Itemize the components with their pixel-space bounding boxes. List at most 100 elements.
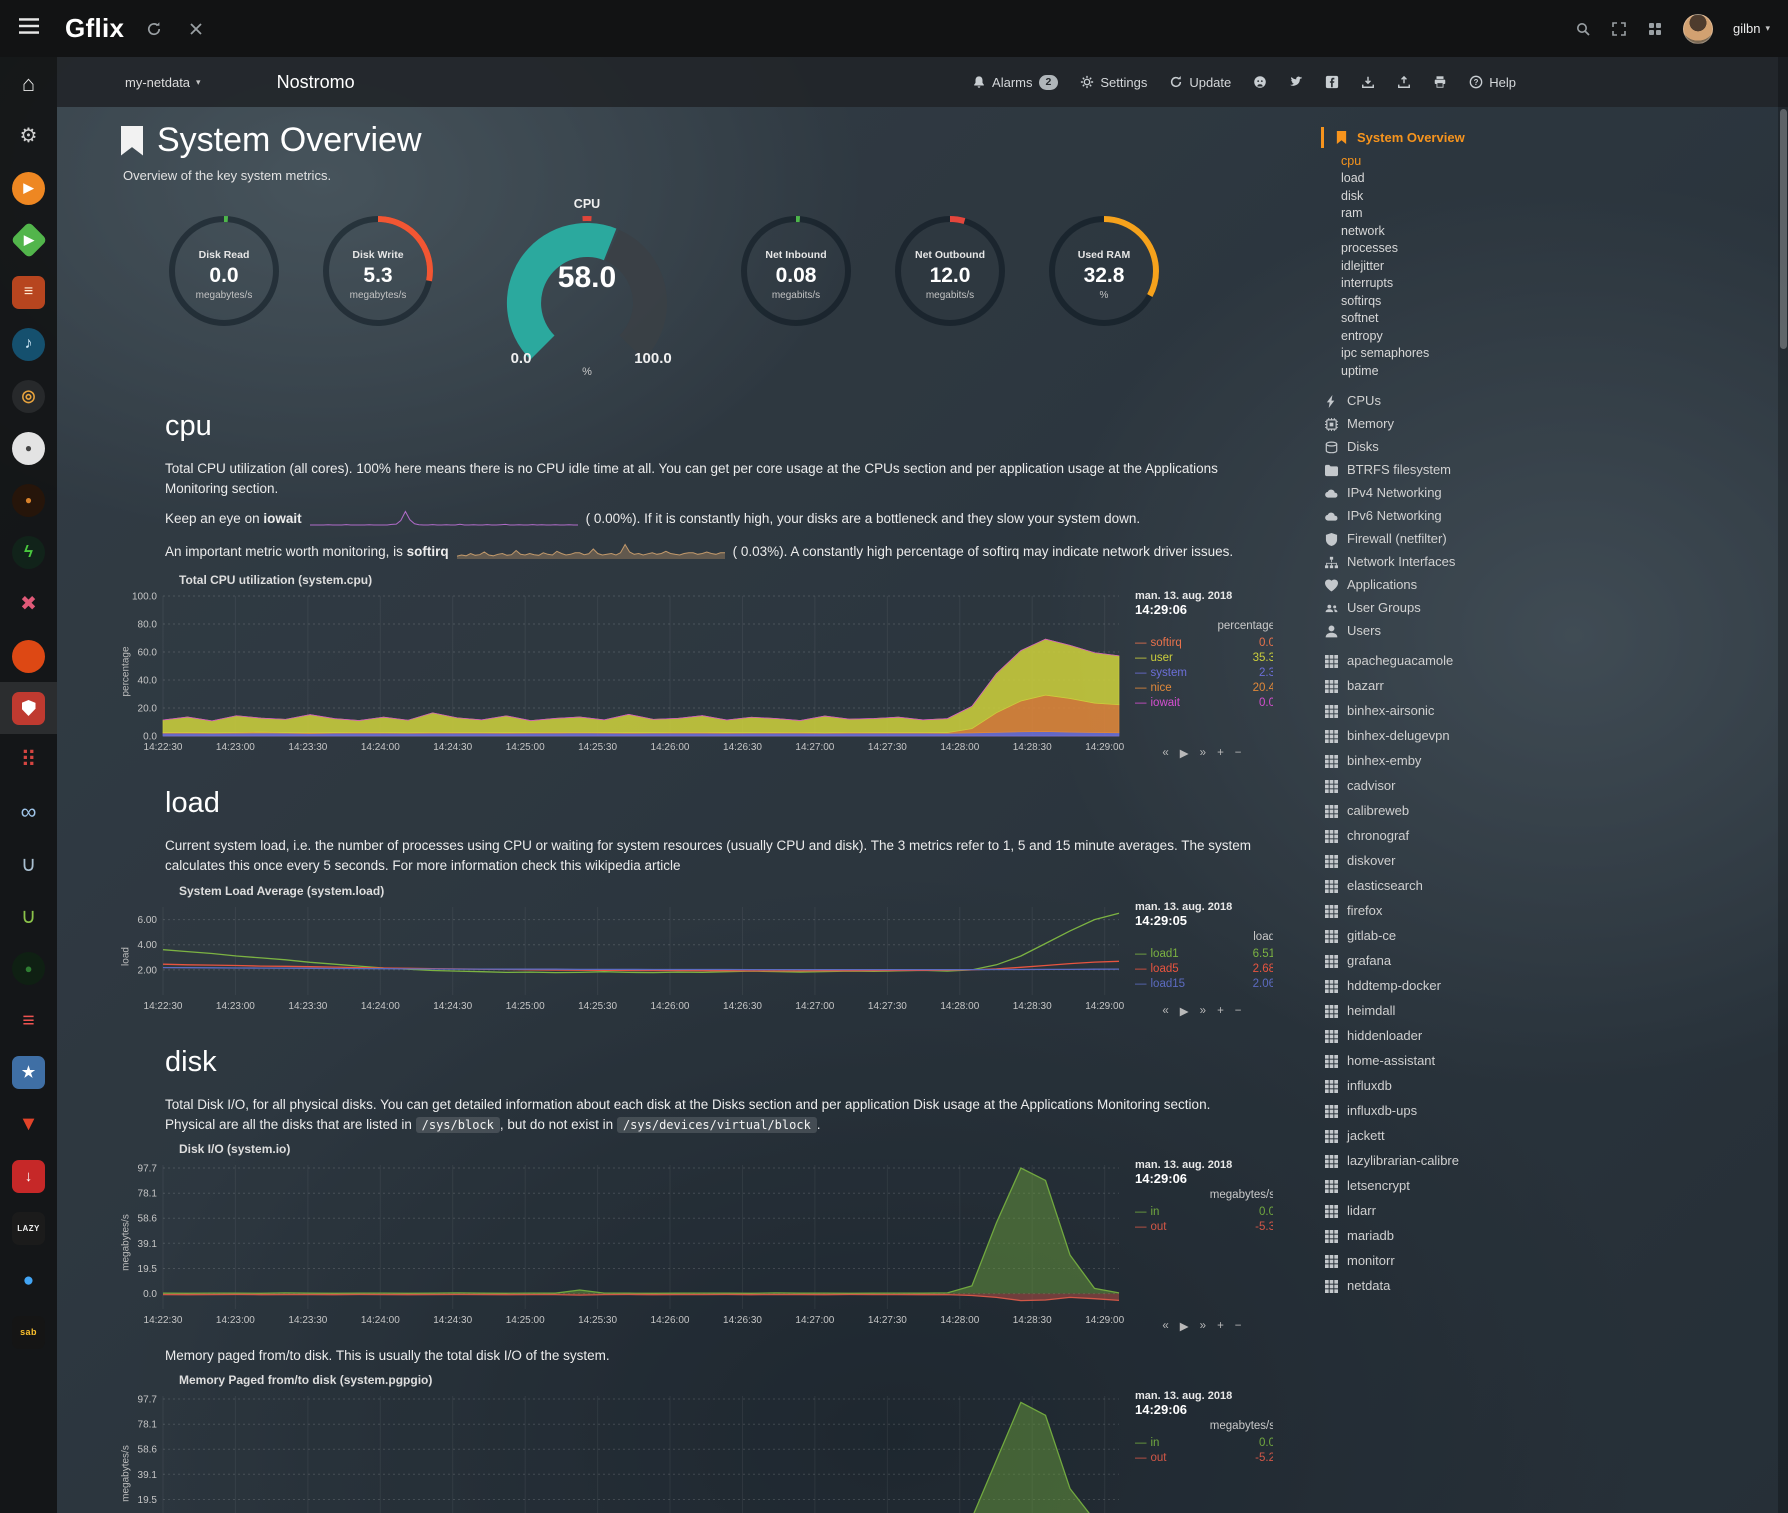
menu-app-binhex-airsonic[interactable]: binhex-airsonic <box>1321 699 1561 724</box>
facebook-link[interactable] <box>1325 75 1339 89</box>
sidebar-app-airsonic[interactable]: ♪ <box>0 318 57 370</box>
menu-item-softirqs[interactable]: softirqs <box>1321 292 1561 310</box>
chart-canvas[interactable]: 14:22:3014:23:0014:23:3014:24:0014:24:30… <box>115 1157 1125 1329</box>
menu-app-hddtemp-docker[interactable]: hddtemp-docker <box>1321 974 1561 999</box>
menu-app-chronograf[interactable]: chronograf <box>1321 824 1561 849</box>
menu-app-binhex-delugevpn[interactable]: binhex-delugevpn <box>1321 724 1561 749</box>
settings-button[interactable]: Settings <box>1080 75 1147 90</box>
menu-item-uptime[interactable]: uptime <box>1321 362 1561 380</box>
menu-section-memory[interactable]: Memory <box>1321 413 1561 436</box>
chart-skip-backward-button[interactable]: « <box>1162 1320 1168 1332</box>
chart-canvas[interactable]: 14:22:3014:23:0014:23:3014:24:0014:24:30… <box>115 588 1125 756</box>
chart-skip-forward-button[interactable]: » <box>1200 1320 1206 1332</box>
menu-section-applications[interactable]: Applications <box>1321 574 1561 597</box>
chart-play-button[interactable]: ▶ <box>1180 1004 1189 1018</box>
legend-item-iowait[interactable]: — iowait 0.0 <box>1135 696 1273 711</box>
sidebar-app-library-app[interactable]: ≡ <box>0 266 57 318</box>
menu-app-elasticsearch[interactable]: elasticsearch <box>1321 874 1561 899</box>
hamburger-menu-button[interactable] <box>0 0 57 57</box>
menu-app-jackett[interactable]: jackett <box>1321 1124 1561 1149</box>
menu-section-network-interfaces[interactable]: Network Interfaces <box>1321 551 1561 574</box>
menu-app-hiddenloader[interactable]: hiddenloader <box>1321 1024 1561 1049</box>
apps-grid-button[interactable] <box>1647 21 1663 37</box>
chart-play-button[interactable]: ▶ <box>1180 1319 1189 1333</box>
github-link[interactable] <box>1253 75 1267 89</box>
chart-zoom-out-button[interactable]: − <box>1235 1320 1242 1332</box>
sidebar-app-gitlab[interactable]: ▼ <box>0 1098 57 1150</box>
menu-section-cpus[interactable]: CPUs <box>1321 390 1561 413</box>
sidebar-app-lazylibrarian[interactable]: LAZY <box>0 1202 57 1254</box>
menu-app-bazarr[interactable]: bazarr <box>1321 674 1561 699</box>
gauge-used-ram[interactable]: Used RAM 32.8 % <box>1030 211 1178 339</box>
menu-app-influxdb[interactable]: influxdb <box>1321 1074 1561 1099</box>
menu-app-calibreweb[interactable]: calibreweb <box>1321 799 1561 824</box>
menu-section-btrfs-filesystem[interactable]: BTRFS filesystem <box>1321 459 1561 482</box>
close-tab-button[interactable] <box>188 21 204 37</box>
sidebar-app-sabnzbd[interactable]: sab <box>0 1306 57 1358</box>
chart-skip-backward-button[interactable]: « <box>1162 747 1168 759</box>
print-button[interactable] <box>1433 75 1447 89</box>
help-button[interactable]: ? Help <box>1469 75 1516 90</box>
sidebar-app-emby[interactable]: ▶ <box>0 214 57 266</box>
legend-item-in[interactable]: — in 0.0 <box>1135 1436 1273 1451</box>
sidebar-app-download-app[interactable]: ↓ <box>0 1150 57 1202</box>
menu-item-processes[interactable]: processes <box>1321 240 1561 258</box>
chart-zoom-in-button[interactable]: + <box>1217 1005 1224 1017</box>
menu-app-gitlab-ce[interactable]: gitlab-ce <box>1321 924 1561 949</box>
sidebar-app-bolt-app[interactable]: ϟ <box>0 526 57 578</box>
legend-item-system[interactable]: — system 2.3 <box>1135 666 1273 681</box>
host-dropdown[interactable]: my-netdata ▾ <box>125 75 201 90</box>
menu-item-ipc-semaphores[interactable]: ipc semaphores <box>1321 345 1561 363</box>
menu-app-binhex-emby[interactable]: binhex-emby <box>1321 749 1561 774</box>
menu-app-home-assistant[interactable]: home-assistant <box>1321 1049 1561 1074</box>
menu-section-firewall-netfilter-[interactable]: Firewall (netfilter) <box>1321 528 1561 551</box>
menu-app-cadvisor[interactable]: cadvisor <box>1321 774 1561 799</box>
chart-play-button[interactable]: ▶ <box>1180 746 1189 760</box>
fullscreen-button[interactable] <box>1611 21 1627 37</box>
legend-item-out[interactable]: — out -5.2 <box>1135 1451 1273 1466</box>
menu-item-softnet[interactable]: softnet <box>1321 310 1561 328</box>
sidebar-app-green-u-app[interactable]: ∪ <box>0 890 57 942</box>
legend-item-load5[interactable]: — load5 2.68 <box>1135 962 1273 977</box>
sidebar-app-netdata[interactable] <box>0 682 57 734</box>
chart-canvas[interactable]: 14:22:3014:23:0014:23:3014:24:0014:24:30… <box>115 899 1125 1015</box>
legend-item-load15[interactable]: — load15 2.06 <box>1135 977 1273 992</box>
menu-app-diskover[interactable]: diskover <box>1321 849 1561 874</box>
sidebar-app-settings[interactable]: ⚙ <box>0 110 57 162</box>
menu-app-mariadb[interactable]: mariadb <box>1321 1224 1561 1249</box>
chart-plot[interactable]: 14:22:3014:23:0014:23:3014:24:0014:24:30… <box>115 1388 1125 1513</box>
user-avatar[interactable] <box>1683 14 1713 44</box>
chart-skip-backward-button[interactable]: « <box>1162 1005 1168 1017</box>
softirq-sparkline[interactable] <box>457 540 725 566</box>
menu-app-grafana[interactable]: grafana <box>1321 949 1561 974</box>
menu-app-heimdall[interactable]: heimdall <box>1321 999 1561 1024</box>
scrollbar-thumb[interactable] <box>1780 109 1787 349</box>
gauge-net-outbound[interactable]: Net Outbound 12.0 megabits/s <box>876 211 1024 339</box>
gauge-disk-read[interactable]: Disk Read 0.0 megabytes/s <box>150 211 298 339</box>
menu-item-disk[interactable]: disk <box>1321 187 1561 205</box>
sidebar-app-ring-app[interactable]: ● <box>0 474 57 526</box>
search-button[interactable] <box>1575 21 1591 37</box>
sidebar-app-nextcloud[interactable]: ∞ <box>0 786 57 838</box>
menu-app-apacheguacamole[interactable]: apacheguacamole <box>1321 649 1561 674</box>
chart-zoom-in-button[interactable]: + <box>1217 1320 1224 1332</box>
sidebar-app-scissors-app[interactable]: ✖ <box>0 578 57 630</box>
sidebar-app-ombi[interactable]: ◎ <box>0 370 57 422</box>
legend-item-load1[interactable]: — load1 6.51 <box>1135 947 1273 962</box>
menu-app-letsencrypt[interactable]: letsencrypt <box>1321 1174 1561 1199</box>
alarms-button[interactable]: Alarms 2 <box>972 75 1058 90</box>
import-snapshot-button[interactable] <box>1397 75 1411 89</box>
chart-plot[interactable]: 14:22:3014:23:0014:23:3014:24:0014:24:30… <box>115 1157 1125 1334</box>
sidebar-app-heimdall[interactable]: ★ <box>0 1046 57 1098</box>
user-menu[interactable]: gilbn ▾ <box>1733 21 1770 36</box>
refresh-button[interactable] <box>146 21 162 37</box>
menu-app-monitorr[interactable]: monitorr <box>1321 1249 1561 1274</box>
page-scrollbar[interactable] <box>1778 57 1788 1513</box>
sidebar-app-ring2-app[interactable]: ● <box>0 942 57 994</box>
gauge-cpu[interactable]: CPU 58.0 0.0 100.0 % <box>480 197 694 384</box>
save-snapshot-button[interactable] <box>1361 75 1375 89</box>
sidebar-app-grapes-app[interactable]: ⠿ <box>0 734 57 786</box>
chart-canvas[interactable]: 14:22:3014:23:0014:23:3014:24:0014:24:30… <box>115 1388 1125 1513</box>
chart-zoom-out-button[interactable]: − <box>1235 747 1242 759</box>
menu-app-lazylibrarian-calibre[interactable]: lazylibrarian-calibre <box>1321 1149 1561 1174</box>
